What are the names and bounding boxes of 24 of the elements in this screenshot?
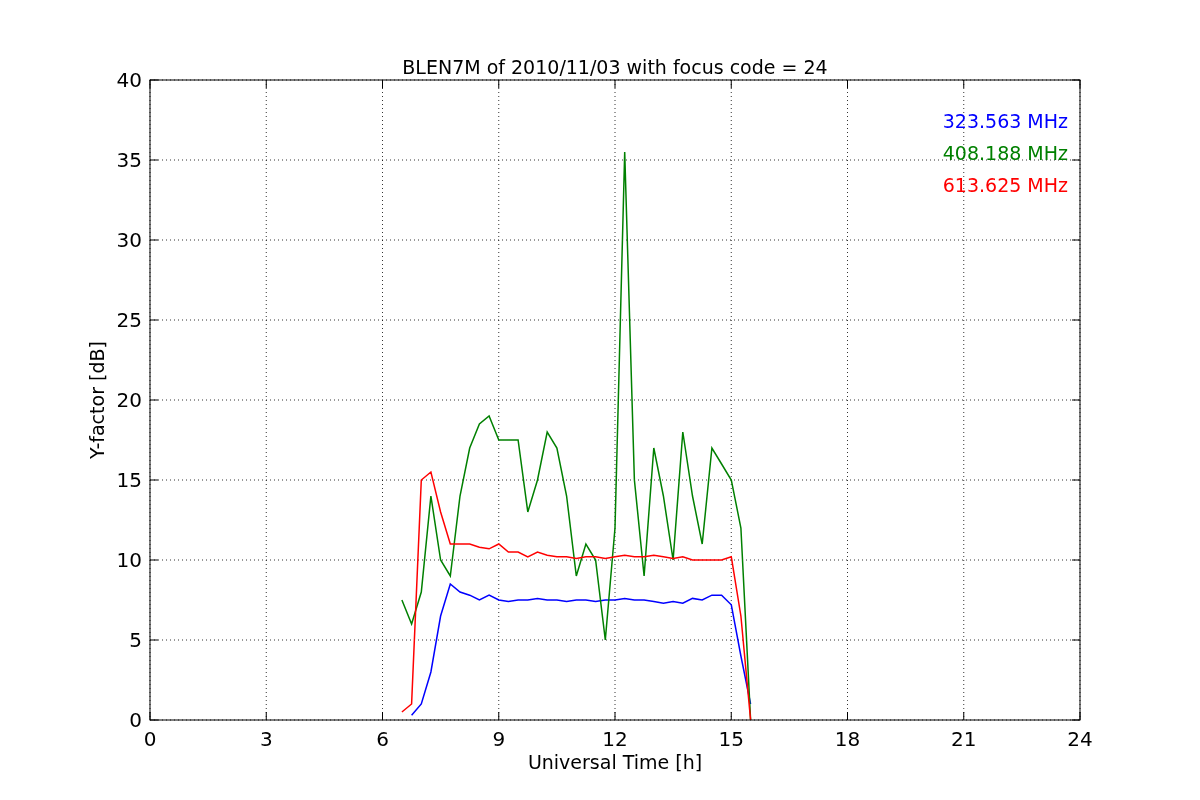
tick-label: 25 — [116, 308, 142, 332]
tick-label: 5 — [129, 628, 142, 652]
tick-label: 24 — [1067, 727, 1093, 751]
tick-label: 10 — [116, 548, 142, 572]
tick-label: 15 — [718, 727, 744, 751]
chart-title: BLEN7M of 2010/11/03 with focus code = 24 — [402, 56, 828, 78]
legend-label: 323.563 MHz — [942, 110, 1068, 132]
tick-label: 21 — [951, 727, 977, 751]
tick-label: 35 — [116, 148, 142, 172]
y-axis-label: Y-factor [dB] — [86, 341, 108, 459]
tick-label: 0 — [129, 708, 142, 732]
tick-label: 12 — [602, 727, 628, 751]
tick-label: 30 — [116, 228, 142, 252]
tick-label: 18 — [834, 727, 861, 751]
tick-label: 0 — [143, 727, 157, 751]
tick-label: 3 — [259, 727, 273, 751]
tick-label: 9 — [492, 727, 506, 751]
tick-label: 40 — [116, 68, 142, 92]
legend-label: 613.625 MHz — [942, 174, 1068, 196]
tick-label: 20 — [116, 388, 142, 412]
legend-label: 408.188 MHz — [942, 142, 1068, 164]
tick-label: 6 — [376, 727, 389, 751]
x-axis-label: Universal Time [h] — [527, 751, 703, 773]
tick-label: 15 — [116, 468, 142, 492]
